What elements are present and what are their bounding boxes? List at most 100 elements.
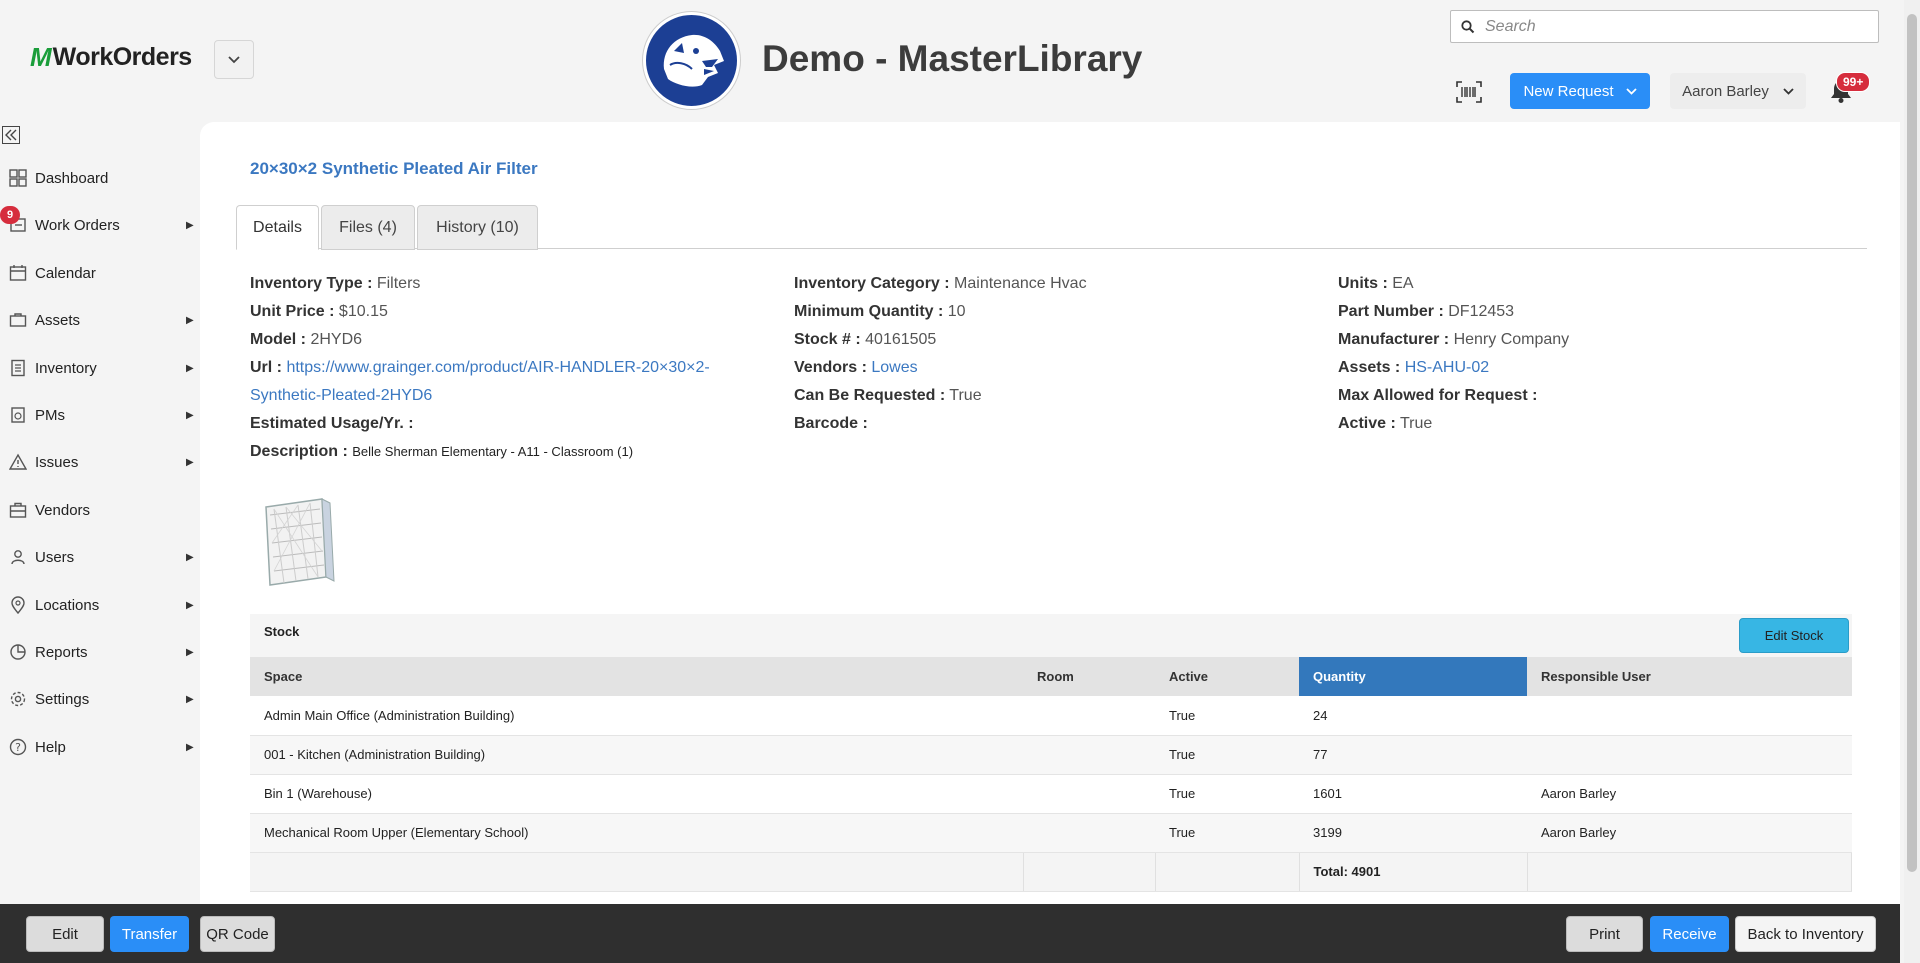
search-input[interactable] [1485,17,1865,36]
sidebar-item-pms[interactable]: PMs ▶ [0,400,200,430]
edit-button[interactable]: Edit [26,916,104,952]
inventory-icon [8,358,28,378]
item-thumbnail[interactable] [260,495,335,590]
back-to-inventory-button[interactable]: Back to Inventory [1735,916,1876,952]
vendor-link[interactable]: Lowes [871,359,917,376]
sidebar-item-label: Settings [35,690,90,708]
sidebar-item-inventory[interactable]: Inventory ▶ [0,353,200,383]
field-minimum-quantity: Minimum Quantity : 10 [794,303,966,320]
field-max-allowed: Max Allowed for Request : [1338,387,1538,404]
app-header: M WorkOrders Demo - MasterLibrary New Re… [0,0,1900,122]
gear-icon [8,689,28,709]
cell-space: 001 - Kitchen (Administration Building) [250,735,1023,775]
chevron-down-icon [228,55,240,63]
sidebar-item-label: Vendors [35,501,91,519]
barcode-scan-icon [1456,81,1482,103]
asset-link[interactable]: HS-AHU-02 [1405,359,1489,376]
sidebar-item-calendar[interactable]: Calendar [0,258,200,288]
qr-code-button[interactable]: QR Code [200,916,275,952]
double-chevron-left-icon [2,126,20,144]
sidebar-item-settings[interactable]: Settings ▶ [0,684,200,714]
brand-logo[interactable]: M WorkOrders [30,42,192,73]
caret-right-icon: ▶ [186,693,194,705]
cell-responsible-user [1527,696,1852,736]
column-header-room[interactable]: Room [1023,657,1155,696]
field-can-be-requested: Can Be Requested : True [794,387,982,404]
sidebar-item-reports[interactable]: Reports ▶ [0,637,200,667]
table-row[interactable]: Mechanical Room Upper (Elementary School… [250,813,1852,853]
cell-room [1023,774,1155,814]
tab-history[interactable]: History (10) [417,205,538,250]
help-icon: ? [8,737,28,757]
sidebar-item-label: Reports [35,643,88,661]
sidebar-item-label: Work Orders [35,216,120,234]
table-header-row: Space Room Active Quantity Responsible U… [250,657,1852,696]
field-units: Units : EA [1338,275,1414,292]
organization-logo [643,12,740,109]
chevron-down-icon [1625,87,1637,95]
cell-responsible-user: Aaron Barley [1527,813,1852,853]
column-header-quantity[interactable]: Quantity [1299,657,1527,696]
scrollbar-thumb[interactable] [1907,14,1917,872]
column-header-responsible-user[interactable]: Responsible User [1527,657,1852,696]
air-filter-image-icon [265,498,335,586]
brand-mark-icon: M [30,42,52,72]
caret-right-icon: ▶ [186,646,194,658]
table-row[interactable]: 001 - Kitchen (Administration Building) … [250,735,1852,775]
url-link[interactable]: https://www.grainger.com/product/AIR-HAN… [286,359,709,376]
detail-tabs: Details Files (4) History (10) [236,205,1867,250]
app-switcher-dropdown[interactable] [214,40,254,79]
field-vendors: Vendors : Lowes [794,359,918,376]
stock-panel: Stock Edit Stock Space Room Active Quant… [250,614,1852,892]
cell-quantity: 77 [1299,735,1527,775]
sidebar-item-issues[interactable]: Issues ▶ [0,447,200,477]
calendar-icon [8,263,28,283]
cell-active: True [1155,696,1299,736]
table-row[interactable]: Admin Main Office (Administration Buildi… [250,696,1852,736]
new-request-button[interactable]: New Request [1510,73,1650,109]
caret-right-icon: ▶ [186,219,194,231]
url-link-continued[interactable]: Synthetic-Pleated-2HYD6 [250,387,432,404]
table-row[interactable]: Bin 1 (Warehouse) True 1601 Aaron Barley [250,774,1852,814]
sidebar-item-assets[interactable]: Assets ▶ [0,305,200,335]
pie-chart-icon [8,642,28,662]
sidebar-item-users[interactable]: Users ▶ [0,542,200,572]
sidebar-item-help[interactable]: ? Help ▶ [0,732,200,762]
field-stock-number: Stock # : 40161505 [794,331,937,348]
tab-files[interactable]: Files (4) [321,205,415,250]
sidebar-item-work-orders[interactable]: Work Orders ▶ [0,210,200,240]
main-content: 20×30×2 Synthetic Pleated Air Filter Det… [200,122,1900,904]
new-request-label: New Request [1523,82,1614,100]
brand-name: WorkOrders [52,43,193,71]
tab-details[interactable]: Details [236,205,319,250]
sidebar-item-vendors[interactable]: Vendors [0,495,200,525]
field-inventory-type: Inventory Type : Filters [250,275,421,292]
total-cell-empty [250,852,1024,892]
stock-title: Stock [264,624,300,639]
transfer-button[interactable]: Transfer [110,916,189,952]
total-cell-empty [1023,852,1156,892]
edit-stock-button[interactable]: Edit Stock [1739,618,1849,653]
field-estimated-usage: Estimated Usage/Yr. : [250,415,414,432]
sidebar-item-locations[interactable]: Locations ▶ [0,590,200,620]
cell-quantity: 3199 [1299,813,1527,853]
barcode-scan-button[interactable] [1454,80,1484,104]
field-url: Url : https://www.grainger.com/product/A… [250,359,710,376]
cell-active: True [1155,735,1299,775]
receive-button[interactable]: Receive [1650,916,1729,952]
sidebar-item-dashboard[interactable]: Dashboard [0,163,200,193]
field-part-number: Part Number : DF12453 [1338,303,1515,320]
sidebar-item-label: Dashboard [35,169,109,187]
print-button[interactable]: Print [1566,916,1643,952]
column-header-space[interactable]: Space [250,657,1023,696]
search-box[interactable] [1450,10,1879,43]
svg-text:?: ? [15,741,21,754]
sidebar-item-label: Calendar [35,264,96,282]
page-title: 20×30×2 Synthetic Pleated Air Filter [250,159,538,178]
user-menu-button[interactable]: Aaron Barley [1670,73,1806,109]
pms-icon [8,405,28,425]
column-header-active[interactable]: Active [1155,657,1299,696]
caret-right-icon: ▶ [186,314,194,326]
collapse-sidebar-button[interactable] [2,126,20,144]
cell-responsible-user: Aaron Barley [1527,774,1852,814]
